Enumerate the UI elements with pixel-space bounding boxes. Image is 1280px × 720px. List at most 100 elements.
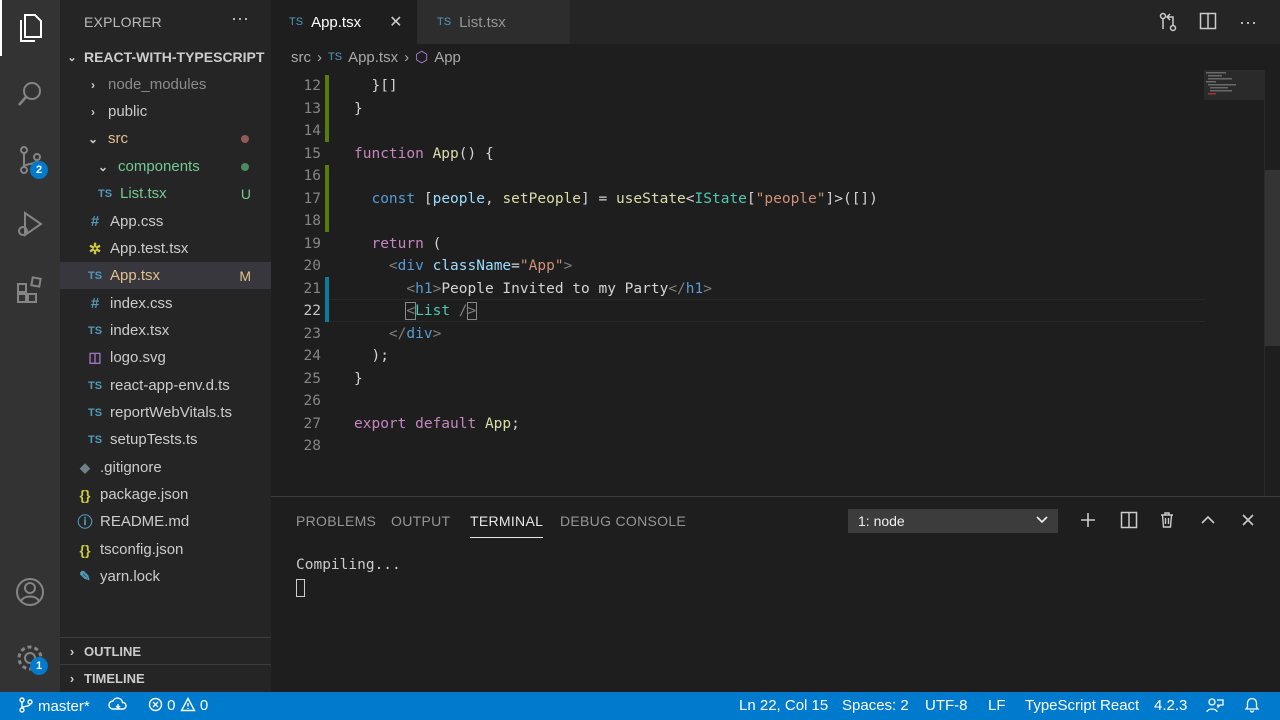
- minimap[interactable]: [1204, 70, 1264, 496]
- tree-file-setup-tests[interactable]: TS setupTests.ts: [60, 426, 271, 453]
- tree-file-package-json[interactable]: {} package.json: [60, 481, 271, 508]
- outline-section[interactable]: › OUTLINE: [60, 637, 271, 664]
- tree-file-logo-svg[interactable]: ◫ logo.svg: [60, 344, 271, 371]
- typescript-version[interactable]: 4.2.3: [1154, 697, 1187, 714]
- tree-file-yarn-lock[interactable]: ✎ yarn.lock: [60, 563, 271, 590]
- run-debug-icon[interactable]: [0, 196, 60, 252]
- tree-file-index-tsx[interactable]: TS index.tsx: [60, 317, 271, 344]
- project-root-folder[interactable]: ⌄ REACT-WITH-TYPESCRIPT: [60, 44, 271, 70]
- terminal-select[interactable]: 1: node: [848, 509, 1058, 533]
- tree-item-label: yarn.lock: [100, 568, 161, 585]
- untracked-dot: [241, 162, 249, 171]
- typescript-file-icon: TS: [97, 187, 113, 200]
- cursor-position[interactable]: Ln 22, Col 15: [739, 697, 828, 714]
- account-icon[interactable]: [0, 564, 60, 620]
- tree-item-label: src: [108, 130, 128, 147]
- code-editor[interactable]: 12 }[] 13} 14 15 function App() { 16 17 c…: [271, 70, 1280, 496]
- modified-dot: [241, 134, 249, 143]
- problems-indicator[interactable]: 0 0: [148, 697, 208, 714]
- sync-icon[interactable]: [108, 697, 128, 717]
- panel-tab-problems[interactable]: PROBLEMS: [296, 513, 376, 529]
- branch-indicator[interactable]: master*: [18, 697, 90, 715]
- indentation[interactable]: Spaces: 2: [842, 697, 909, 714]
- tree-file-index-css[interactable]: # index.css: [60, 290, 271, 317]
- chevron-down-icon: ⌄: [87, 131, 99, 146]
- explorer-icon[interactable]: [0, 0, 60, 56]
- compare-changes-icon[interactable]: [1157, 12, 1179, 37]
- line-number: 25: [303, 370, 321, 387]
- line-number: 20: [303, 258, 321, 274]
- panel-tab-output[interactable]: OUTPUT: [391, 513, 450, 529]
- tree-folder-src[interactable]: ⌄ src: [60, 125, 271, 152]
- extensions-icon[interactable]: [0, 262, 60, 318]
- breadcrumb-file[interactable]: App.tsx: [348, 49, 398, 66]
- tree-file-app-css[interactable]: # App.css: [60, 208, 271, 235]
- code-line: 17 const [people, setPeople] = useState<…: [271, 188, 1280, 211]
- tree-folder-node-modules[interactable]: › node_modules: [60, 71, 271, 98]
- tree-file-app-tsx[interactable]: TS App.tsx M: [60, 262, 271, 289]
- panel-tab-debug-console[interactable]: DEBUG CONSOLE: [560, 513, 686, 529]
- error-count: 0: [167, 697, 176, 714]
- chevron-down-icon: ⌄: [97, 159, 109, 174]
- scm-badge: 2: [30, 161, 48, 179]
- terminal-select-value: 1: node: [858, 513, 905, 529]
- tree-file-report-web-vitals[interactable]: TS reportWebVitals.ts: [60, 399, 271, 426]
- source-control-icon[interactable]: [0, 132, 60, 188]
- tree-item-label: .gitignore: [100, 459, 162, 476]
- chevron-right-icon: ›: [91, 77, 95, 92]
- scrollbar-thumb[interactable]: [1265, 170, 1280, 346]
- line-number: 26: [303, 393, 321, 409]
- code-line: 26: [271, 390, 1280, 413]
- typescript-file-icon: TS: [87, 269, 103, 282]
- close-panel-icon[interactable]: [1237, 511, 1259, 534]
- json-file-icon: {}: [79, 486, 91, 503]
- timeline-section[interactable]: › TIMELINE: [60, 664, 271, 691]
- code-line: 14: [271, 120, 1280, 143]
- css-file-icon: #: [90, 213, 100, 230]
- breadcrumb-symbol[interactable]: App: [434, 49, 461, 66]
- tab-list-tsx[interactable]: TS List.tsx: [417, 0, 570, 44]
- editor-scrollbar[interactable]: [1264, 70, 1280, 496]
- code-line: 25}: [271, 368, 1280, 391]
- branch-name: master*: [38, 698, 90, 715]
- chevron-right-icon: ›: [91, 104, 95, 119]
- settings-gear-icon[interactable]: [0, 630, 60, 686]
- code-line: 12 }[]: [271, 75, 1280, 98]
- tree-item-label: App.css: [110, 213, 164, 230]
- code-line: 13}: [271, 98, 1280, 121]
- tree-item-label: node_modules: [108, 76, 207, 93]
- trash-icon[interactable]: [1156, 511, 1178, 534]
- tab-app-tsx[interactable]: TS App.tsx ✕: [271, 0, 417, 44]
- end-of-line[interactable]: LF: [988, 697, 1006, 714]
- feedback-icon[interactable]: [1206, 697, 1224, 717]
- terminal-output[interactable]: Compiling...: [296, 557, 401, 573]
- tree-folder-components[interactable]: ⌄ components: [60, 153, 271, 180]
- tree-folder-public[interactable]: › public: [60, 98, 271, 125]
- tree-file-react-app-env[interactable]: TS react-app-env.d.ts: [60, 372, 271, 399]
- tree-file-readme[interactable]: ⓘ README.md: [60, 508, 271, 535]
- tree-file-app-test-tsx[interactable]: ✲ App.test.tsx: [60, 235, 271, 262]
- breadcrumb: src › TS App.tsx › ⬡ App: [291, 46, 461, 68]
- split-editor-icon[interactable]: [1197, 12, 1219, 35]
- more-actions-icon[interactable]: ···: [1237, 12, 1259, 33]
- tree-file-tsconfig[interactable]: {} tsconfig.json: [60, 536, 271, 563]
- close-icon[interactable]: ✕: [389, 12, 402, 32]
- new-terminal-icon[interactable]: [1077, 511, 1099, 534]
- split-terminal-icon[interactable]: [1118, 511, 1140, 534]
- breadcrumb-folder[interactable]: src: [291, 49, 311, 66]
- chevron-right-icon: ›: [404, 48, 410, 66]
- typescript-file-icon: TS: [437, 16, 452, 28]
- notifications-bell-icon[interactable]: [1244, 697, 1260, 717]
- more-actions-button[interactable]: ···: [228, 8, 252, 29]
- maximize-panel-icon[interactable]: [1197, 511, 1219, 534]
- panel-tab-terminal[interactable]: TERMINAL: [470, 513, 544, 538]
- encoding[interactable]: UTF-8: [925, 697, 968, 714]
- tree-item-label: List.tsx: [120, 185, 167, 202]
- tree-file-gitignore[interactable]: ◆ .gitignore: [60, 454, 271, 481]
- tree-item-label: logo.svg: [110, 349, 166, 366]
- language-mode[interactable]: TypeScript React: [1025, 697, 1139, 714]
- line-number: 15: [303, 145, 321, 162]
- tree-item-label: App.test.tsx: [110, 240, 189, 257]
- search-icon[interactable]: [0, 66, 60, 122]
- tree-file-list-tsx[interactable]: TS List.tsx U: [60, 180, 271, 207]
